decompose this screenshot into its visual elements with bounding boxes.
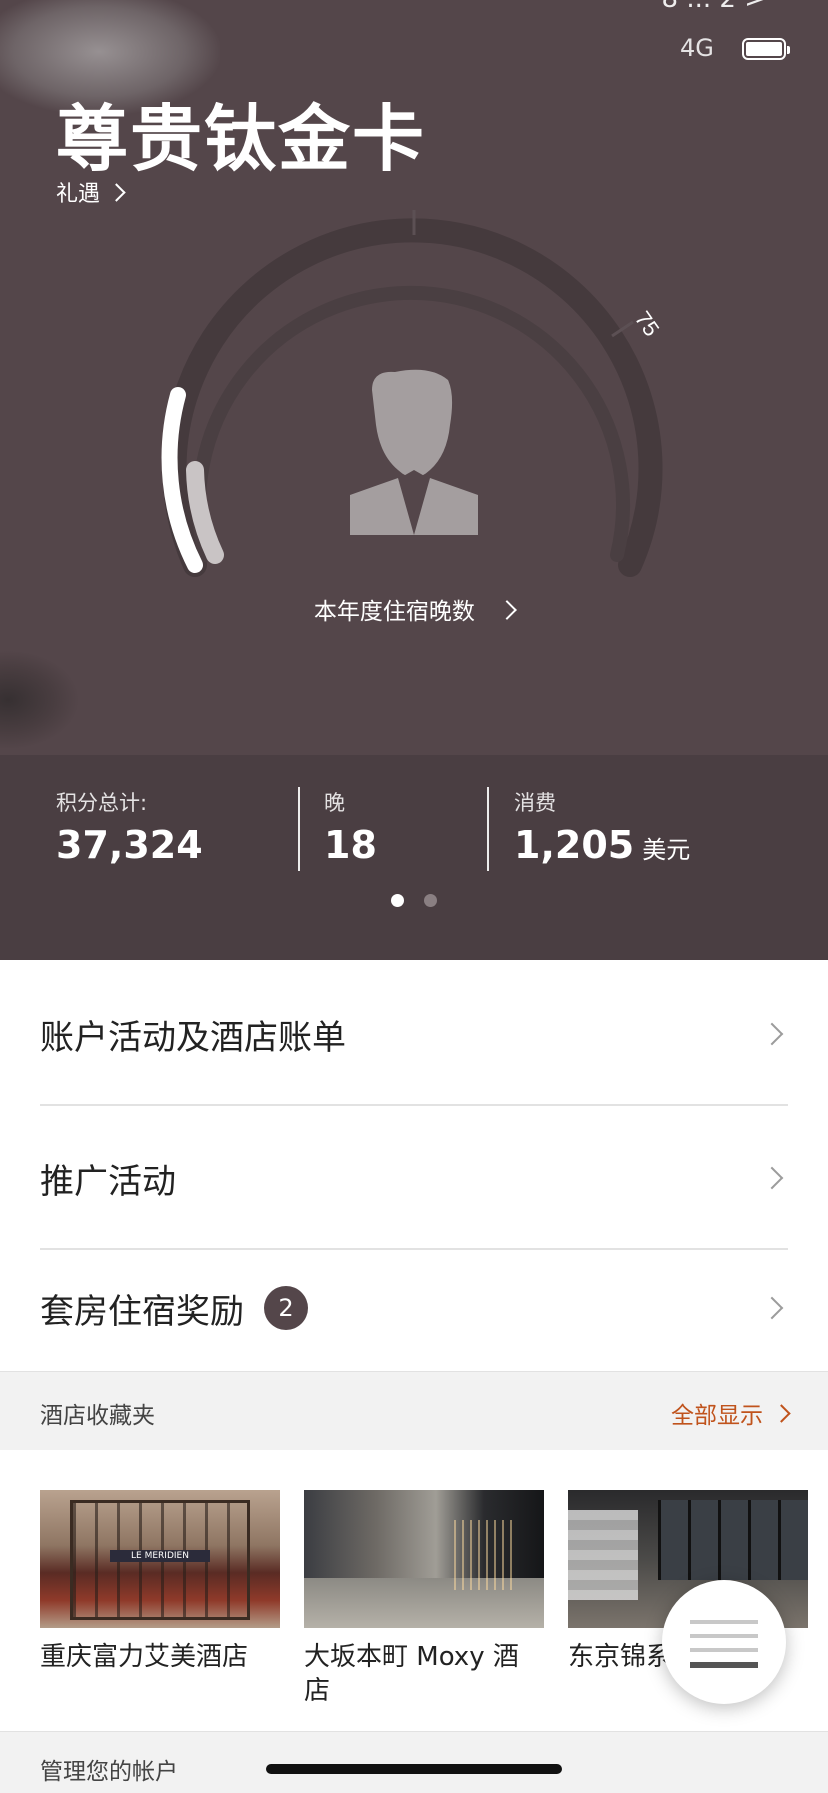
menu-item-label: 推广活动 xyxy=(40,1161,176,1202)
favorites-header: 酒店收藏夹 全部显示 xyxy=(0,1371,828,1450)
menu-item-label-row: 套房住宿奖励 2 xyxy=(40,1284,308,1333)
hotel-sign: LE MERIDIEN xyxy=(110,1550,210,1562)
chevron-right-icon xyxy=(760,1166,784,1190)
menu-item-label: 套房住宿奖励 xyxy=(40,1291,244,1332)
nights-link[interactable]: 本年度住宿晚数 xyxy=(0,592,828,626)
stats-carousel[interactable]: 积分总计: 37,324 晚 18 消费 1,205 美元 xyxy=(0,755,828,960)
count-badge: 2 xyxy=(264,1286,308,1330)
menu-icon xyxy=(690,1620,758,1624)
points-label: 积分总计: xyxy=(56,791,148,815)
spend-label: 消费 xyxy=(514,791,556,815)
show-all-link[interactable]: 全部显示 xyxy=(671,1396,791,1430)
menu-fab-button[interactable] xyxy=(662,1580,786,1704)
hotel-photo: LE MERIDIEN xyxy=(40,1490,280,1628)
chevron-right-icon xyxy=(760,1022,784,1046)
stats-divider xyxy=(487,787,489,871)
nights-link-label: 本年度住宿晚数 xyxy=(313,599,475,625)
menu-item-account-activity[interactable]: 账户活动及酒店账单 xyxy=(40,962,788,1106)
page-dot-1[interactable] xyxy=(391,894,405,907)
menu-item-label: 账户活动及酒店账单 xyxy=(40,1017,346,1058)
points-stat: 积分总计: 37,324 xyxy=(56,787,203,867)
stats-divider xyxy=(298,787,300,871)
hero-section: 8 ... 2 > 4G 尊贵钛金卡 礼遇 75 本年度住宿晚数 积分总计: 3… xyxy=(0,0,828,960)
spend-value-row: 1,205 美元 xyxy=(514,823,690,867)
manage-account-title: 管理您的帐户 xyxy=(40,1759,178,1785)
spend-unit: 美元 xyxy=(642,836,691,864)
gauge-marker-label: 75 xyxy=(630,307,665,341)
menu-item-promotions[interactable]: 推广活动 xyxy=(40,1106,788,1250)
hotel-name: 重庆富力艾美酒店 xyxy=(40,1642,249,1672)
nights-label: 晚 xyxy=(324,791,345,815)
page-dot-2[interactable] xyxy=(423,894,437,907)
nights-stat: 晚 18 xyxy=(324,787,377,867)
chevron-right-icon xyxy=(497,600,518,620)
menu-item-suite-awards[interactable]: 套房住宿奖励 2 xyxy=(40,1240,788,1376)
points-value: 37,324 xyxy=(56,823,203,867)
favorites-title: 酒店收藏夹 xyxy=(40,1403,155,1429)
hotel-card[interactable]: LE MERIDIEN 重庆富力艾美酒店 xyxy=(40,1490,280,1674)
home-indicator[interactable] xyxy=(266,1764,562,1774)
nights-value: 18 xyxy=(324,823,377,867)
hotel-photo xyxy=(304,1490,544,1628)
spend-stat: 消费 1,205 美元 xyxy=(514,787,690,867)
show-all-label: 全部显示 xyxy=(671,1403,763,1429)
hotel-name: 大坂本町 Moxy 酒店 xyxy=(304,1642,519,1706)
chevron-right-icon xyxy=(760,1296,784,1320)
member-avatar-icon xyxy=(350,369,478,535)
hotel-card[interactable]: 大坂本町 Moxy 酒店 xyxy=(304,1490,544,1708)
chevron-right-icon xyxy=(772,1403,791,1423)
page-indicator[interactable] xyxy=(0,892,828,911)
spend-value: 1,205 xyxy=(514,823,635,867)
manage-account-header: 管理您的帐户 xyxy=(0,1731,828,1793)
